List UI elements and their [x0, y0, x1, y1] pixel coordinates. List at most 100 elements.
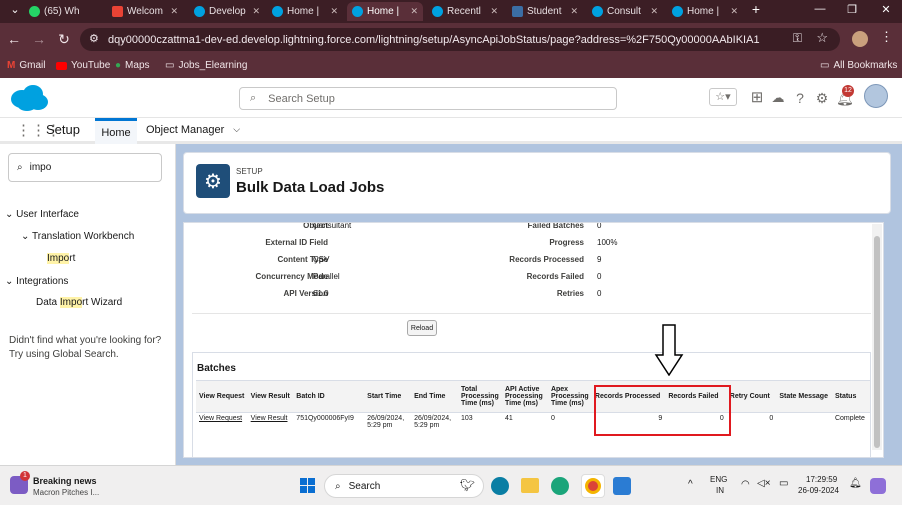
close-icon[interactable]: ✕ [726, 6, 738, 17]
bookmark-gmail[interactable]: M Gmail [7, 60, 45, 71]
edge-icon[interactable] [551, 477, 569, 495]
language-region: IN [716, 486, 724, 495]
all-bookmarks[interactable]: ▭ All Bookmarks [820, 60, 897, 71]
user-avatar[interactable] [864, 84, 888, 108]
tree-node-integrations[interactable]: ⌄ Integrations [5, 276, 68, 287]
batches-table: View Request View Result Batch ID Start … [196, 380, 870, 437]
bookmark-maps[interactable]: ● Maps [115, 60, 150, 71]
close-icon[interactable]: ✕ [566, 6, 578, 17]
setup-gear-icon[interactable]: ⚙ [814, 90, 830, 107]
gmail-icon [112, 6, 123, 17]
end-time-cell: 26/09/2024, 5:29 pm [414, 415, 452, 429]
browser-tab-active[interactable]: Home | ✕ [347, 2, 423, 21]
tree-node-user-interface[interactable]: ⌄ User Interface [5, 209, 79, 220]
file-explorer-icon[interactable] [521, 478, 539, 493]
browser-tab[interactable]: Student ✕ [507, 2, 583, 21]
wifi-icon[interactable]: ◠ [741, 479, 750, 490]
browser-tab[interactable]: Home | ✕ [667, 2, 743, 21]
maximize-button[interactable]: ❐ [842, 3, 862, 16]
concurrency-mode-label: Concurrency Mode [255, 272, 328, 281]
clock-date[interactable]: 26-09-2024 [798, 486, 839, 495]
global-actions-icon[interactable]: ⊞ [749, 88, 765, 106]
close-icon[interactable]: ✕ [166, 6, 178, 17]
reload-button[interactable]: ↻ [55, 31, 73, 48]
view-request-link[interactable]: View Request [199, 415, 242, 422]
scrollbar-thumb[interactable] [874, 236, 880, 448]
battery-icon[interactable]: ▭ [779, 478, 788, 489]
taskbar-search[interactable]: ⌕ Search 🐦︎ [324, 474, 484, 498]
help-icon[interactable]: ? [792, 90, 808, 106]
forward-button[interactable]: → [30, 31, 48, 47]
column-header: End Time [411, 380, 458, 413]
job-detail-panel: Object Consultant Failed Batches 0 Exter… [183, 222, 884, 458]
language-indicator[interactable]: ENG [710, 475, 727, 484]
bookmark-folder[interactable]: ▭ Jobs_Elearning [165, 60, 247, 71]
close-icon[interactable]: ✕ [248, 6, 260, 17]
news-subtitle[interactable]: Macron Pitches I... [33, 488, 99, 497]
bookmark-youtube[interactable]: YouTube [56, 60, 110, 71]
key-icon[interactable]: ⚿ [793, 31, 802, 46]
favorites-button[interactable]: ☆▾ [709, 88, 737, 106]
api-version-value: 61.0 [313, 289, 329, 298]
table-header-row: View Request View Result Batch ID Start … [196, 380, 870, 413]
column-header: Status [831, 380, 870, 413]
chevron-up-icon[interactable]: ^ [688, 479, 693, 490]
external-id-label: External ID Field [265, 238, 328, 247]
trailhead-icon[interactable]: ☁ [770, 90, 786, 106]
browser-tab[interactable]: Develop ✕ [189, 2, 265, 21]
volume-icon[interactable]: ◁× [757, 478, 771, 489]
folder-icon: ▭ [820, 60, 830, 71]
profile-avatar[interactable] [852, 31, 868, 47]
close-icon[interactable]: ✕ [326, 6, 338, 17]
close-icon[interactable]: ✕ [80, 6, 82, 17]
browser-tab[interactable]: (65) Wh✕ [24, 2, 82, 21]
tab-home[interactable]: Home [95, 118, 137, 144]
close-icon[interactable]: ✕ [486, 6, 498, 17]
back-button[interactable]: ← [5, 31, 23, 47]
tree-node-translation-workbench[interactable]: ⌄ Translation Workbench [21, 231, 134, 242]
chevron-down-icon: ⌄ [5, 209, 14, 220]
global-search-hint: Try using Global Search. [9, 349, 119, 360]
column-header: Total Processing Time (ms) [458, 380, 502, 413]
view-result-link[interactable]: View Result [251, 415, 288, 422]
windows-start-icon[interactable] [300, 478, 316, 494]
reload-button[interactable]: Reload [407, 320, 437, 336]
bookmark-star-icon[interactable]: ☆ [816, 30, 828, 46]
total-time-cell: 103 [461, 415, 473, 422]
new-tab-button[interactable]: + [746, 1, 766, 17]
records-failed-value: 0 [597, 272, 602, 281]
tab-search-icon[interactable]: ⌄ [5, 3, 25, 16]
app-icon[interactable] [613, 477, 631, 495]
chevron-down-icon[interactable]: ⌵ [233, 124, 240, 135]
tab-object-manager[interactable]: Object Manager ⌵ [146, 118, 240, 141]
object-label: Object [303, 222, 328, 230]
clock-time[interactable]: 17:29:59 [806, 475, 837, 484]
tree-link-data-import-wizard[interactable]: Data Import Wizard [36, 297, 122, 308]
notifications-bell-icon[interactable]: 🔔︎ [849, 478, 862, 489]
address-bar-row: ← → ↻ ⚙ dqy00000czattma1-dev-ed.develop.… [0, 23, 902, 56]
tree-link-import[interactable]: Import [47, 253, 75, 264]
close-icon[interactable]: ✕ [406, 6, 418, 17]
chrome-taskbar-button[interactable] [581, 474, 605, 498]
column-header: API Active Processing Time (ms) [501, 380, 548, 413]
browser-tab[interactable]: Home | ✕ [267, 2, 343, 21]
salesforce-logo[interactable] [9, 84, 49, 112]
site-info-icon[interactable]: ⚙ [89, 32, 99, 45]
arduino-icon[interactable] [491, 477, 509, 495]
more-menu-icon[interactable]: ⋮ [880, 29, 893, 45]
browser-tab[interactable]: Consult ✕ [587, 2, 663, 21]
close-window-button[interactable]: ✕ [876, 3, 896, 16]
news-title[interactable]: Breaking news [33, 476, 97, 486]
copilot-icon[interactable] [870, 478, 886, 494]
url-field[interactable]: ⚙ dqy00000czattma1-dev-ed.develop.lightn… [80, 28, 840, 51]
salesforce-icon [592, 6, 603, 17]
close-icon[interactable]: ✕ [646, 6, 658, 17]
salesforce-header: ⌕ Search Setup ☆▾ ⊞ ☁ ? ⚙ 🔔︎ 12 [0, 78, 902, 118]
browser-tab[interactable]: Recentl ✕ [427, 2, 503, 21]
minimize-button[interactable]: — [810, 3, 830, 15]
search-setup-input[interactable]: ⌕ Search Setup [239, 87, 617, 110]
column-header: View Request [196, 380, 248, 413]
browser-tab[interactable]: Welcom ✕ [107, 2, 183, 21]
state-message-cell [776, 413, 832, 437]
quick-find-input[interactable]: ⌕ impo [8, 153, 162, 182]
